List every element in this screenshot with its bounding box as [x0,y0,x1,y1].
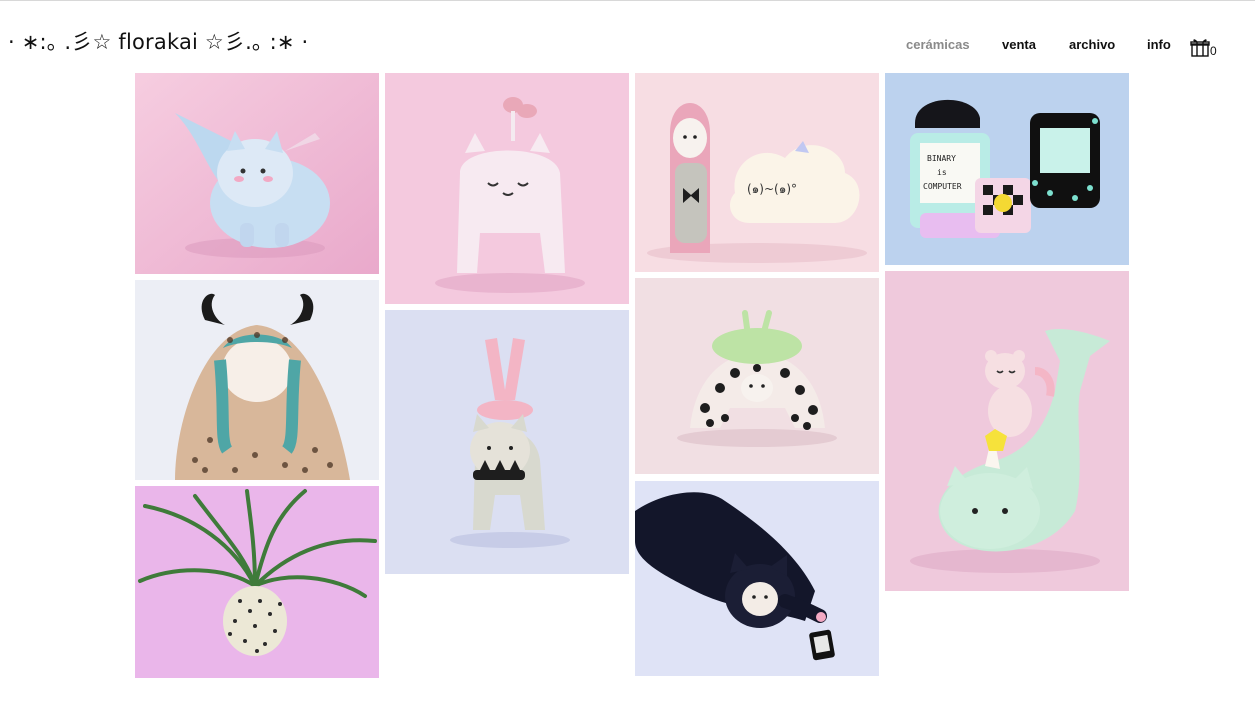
ceramic-photo [135,73,379,274]
svg-text:(๑)~(๑)°: (๑)~(๑)° [747,182,797,196]
svg-text:COMPUTER: COMPUTER [923,182,962,191]
gallery-item-mushroom-creature[interactable] [385,73,629,304]
gallery-item-cat-mermaid[interactable] [135,73,379,274]
gallery-item-green-lid-figure[interactable] [635,278,879,474]
gallery-item-bunny-cloud[interactable]: (๑)~(๑)° [635,73,879,272]
gallery-item-spike-cat[interactable] [385,310,629,574]
ceramic-photo [135,280,379,480]
svg-text:BINARY: BINARY [927,154,956,163]
gallery-grid: (๑)~(๑)° BINARY is COMPUTER [0,0,1255,718]
ceramic-photo: (๑)~(๑)° [635,73,879,272]
ceramic-photo: BINARY is COMPUTER [885,73,1129,265]
ceramic-photo [885,271,1129,591]
ceramic-photo [385,73,629,304]
gallery-item-planter[interactable] [135,486,379,678]
gallery-item-black-cat-phone[interactable] [635,481,879,676]
ceramic-photo [635,481,879,676]
ceramic-photo [385,310,629,574]
ceramic-photo [635,278,879,474]
gallery-item-horned-doll[interactable] [135,280,379,480]
gallery-item-unicorn-whale[interactable] [885,271,1129,591]
gallery-item-computers[interactable]: BINARY is COMPUTER [885,73,1129,265]
svg-text:is: is [937,168,947,177]
ceramic-photo [135,486,379,678]
